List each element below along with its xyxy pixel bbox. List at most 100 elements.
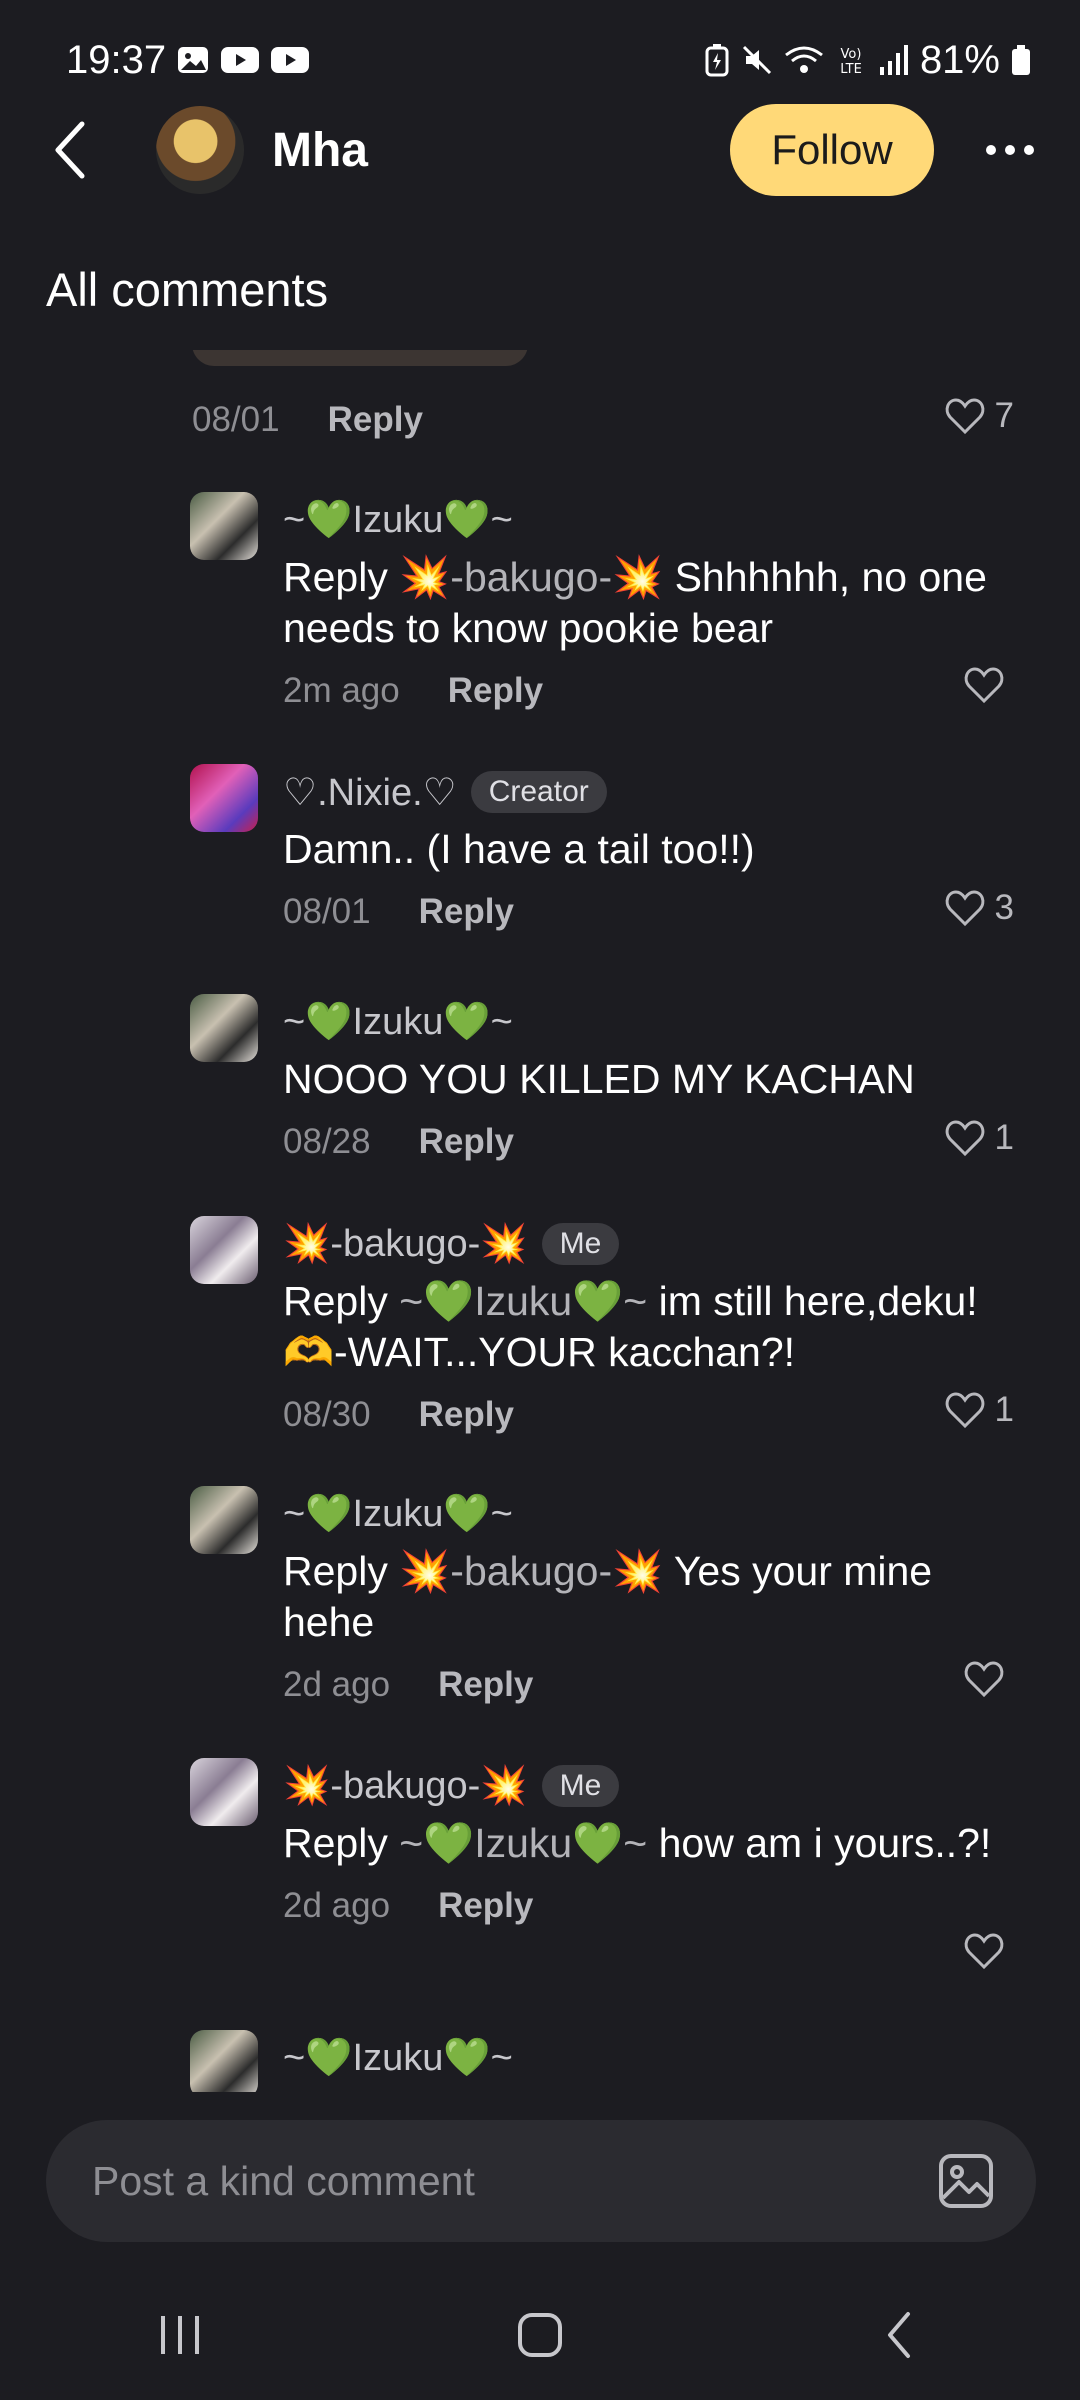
- recents-button[interactable]: [120, 2295, 240, 2375]
- status-time: 19:37: [66, 37, 167, 82]
- gallery-notification-icon: [176, 43, 210, 77]
- home-icon: [518, 2313, 562, 2357]
- me-badge: Me: [541, 1223, 620, 1265]
- comment-composer: [46, 2120, 1036, 2242]
- battery-percentage: 81%: [919, 37, 1000, 82]
- battery-saver-icon: [704, 43, 730, 77]
- home-button[interactable]: [480, 2295, 600, 2375]
- mention[interactable]: 💥-bakugo-💥: [399, 1548, 663, 1594]
- comment-time: 08/28: [283, 1122, 371, 1161]
- comment-meta: 2d ago Reply: [283, 1660, 1023, 1710]
- profile-header: Mha Follow: [0, 100, 1080, 200]
- mention[interactable]: 💥-bakugo-💥: [399, 554, 663, 600]
- mention[interactable]: ~💚Izuku💚~: [399, 1278, 647, 1324]
- like-button[interactable]: [964, 666, 1014, 704]
- like-count: 1: [994, 1390, 1014, 1429]
- like-count: 1: [994, 1118, 1014, 1157]
- system-back-button[interactable]: [840, 2295, 960, 2375]
- like-button[interactable]: 1: [945, 1390, 1014, 1430]
- like-button[interactable]: [964, 1660, 1014, 1698]
- reply-button[interactable]: Reply: [419, 1395, 514, 1435]
- image-picker-button[interactable]: [936, 2151, 996, 2211]
- previous-comment-image: [192, 350, 528, 366]
- reply-button[interactable]: Reply: [328, 400, 423, 440]
- recents-icon: [161, 2316, 199, 2354]
- like-button[interactable]: 1: [945, 1118, 1014, 1158]
- comment-text: Reply 💥-bakugo-💥 Shhhhhh, no one needs t…: [283, 552, 1023, 654]
- volte-icon: Vo) LTE: [834, 43, 868, 77]
- comment-meta: 2d ago Reply: [283, 1881, 1023, 1931]
- follow-button[interactable]: Follow: [730, 104, 934, 196]
- battery-icon: [1010, 43, 1032, 77]
- back-button[interactable]: [40, 120, 100, 180]
- system-navigation-bar: [0, 2270, 1080, 2400]
- comment-username[interactable]: 💥-bakugo-💥 Me: [283, 1216, 1023, 1272]
- back-icon: [888, 2312, 910, 2358]
- mention[interactable]: ~💚Izuku💚~: [399, 1820, 647, 1866]
- comment-username[interactable]: 💥-bakugo-💥 Me: [283, 1758, 1023, 1814]
- image-icon: [939, 2154, 993, 2208]
- comment-username[interactable]: ~💚Izuku💚~: [283, 994, 1023, 1050]
- avatar[interactable]: [190, 1216, 258, 1284]
- comment-list[interactable]: 08/01 Reply 7 ~💚Izuku💚~ Reply 💥-bakugo-💥…: [0, 350, 1080, 2092]
- comment-body: NOOO YOU KILLED MY KACHAN: [283, 1056, 915, 1102]
- chevron-left-icon: [55, 121, 85, 179]
- profile-avatar[interactable]: [156, 106, 244, 194]
- youtube-notification-icon: [270, 45, 310, 75]
- heart-icon: [945, 1392, 984, 1429]
- comment-text: Reply ~💚Izuku💚~ how am i yours..?!: [283, 1818, 1023, 1869]
- like-count: 7: [994, 396, 1014, 435]
- reply-button[interactable]: Reply: [448, 671, 543, 711]
- comment-username[interactable]: ~💚Izuku💚~: [283, 1486, 1023, 1542]
- comment-text: NOOO YOU KILLED MY KACHAN: [283, 1054, 1023, 1105]
- like-button[interactable]: [964, 1932, 1014, 1970]
- comment-meta: 08/30 Reply: [283, 1390, 1023, 1440]
- reply-button[interactable]: Reply: [438, 1665, 533, 1705]
- heart-icon: [945, 890, 984, 927]
- comment-username[interactable]: ~💚Izuku💚~: [283, 492, 1023, 548]
- avatar[interactable]: [190, 492, 258, 560]
- username-text: 💥-bakugo-💥: [283, 1765, 528, 1807]
- avatar[interactable]: [190, 1758, 258, 1826]
- comment-username[interactable]: ♡.Nixie.♡ Creator: [283, 764, 1023, 820]
- comment-input[interactable]: [90, 2156, 936, 2206]
- mute-icon: [740, 43, 774, 77]
- section-title: All comments: [46, 263, 329, 316]
- reply-prefix: Reply: [283, 1548, 388, 1594]
- comment-time: 2d ago: [283, 1665, 391, 1704]
- comment-text: Reply 💥-bakugo-💥 Yes your mine hehe: [283, 1546, 1023, 1648]
- comment-time: 2d ago: [283, 1886, 391, 1925]
- username-text: 💥-bakugo-💥: [283, 1223, 528, 1265]
- reply-prefix: Reply: [283, 1278, 388, 1324]
- comment-body: how am i yours..?!: [658, 1820, 992, 1866]
- comment-time: 2m ago: [283, 671, 400, 710]
- heart-icon: [964, 1661, 1004, 1698]
- comment-username[interactable]: ~💚Izuku💚~: [283, 2030, 1023, 2086]
- avatar[interactable]: [190, 764, 258, 832]
- heart-icon: [945, 1120, 984, 1157]
- reply-button[interactable]: Reply: [419, 892, 514, 932]
- heart-icon: [964, 1933, 1004, 1970]
- reply-button[interactable]: Reply: [438, 1886, 533, 1926]
- wifi-icon: [784, 43, 824, 77]
- comment-time: 08/30: [283, 1395, 371, 1434]
- comment-text: Reply ~💚Izuku💚~ im still here,deku! 🫶-WA…: [283, 1276, 1023, 1378]
- like-button[interactable]: 7: [945, 396, 1014, 436]
- reply-button[interactable]: Reply: [419, 1122, 514, 1162]
- reply-prefix: Reply: [283, 1820, 388, 1866]
- avatar[interactable]: [190, 1486, 258, 1554]
- like-count: 3: [994, 888, 1014, 927]
- previous-comment-meta: 08/01 Reply: [192, 400, 423, 440]
- me-badge: Me: [541, 1765, 620, 1807]
- comment-text: Damn.. (I have a tail too!!): [283, 824, 1023, 875]
- comment-time: 08/01: [192, 400, 280, 439]
- avatar[interactable]: [190, 2030, 258, 2092]
- username-text: ♡.Nixie.♡: [283, 771, 457, 814]
- comment-body: Damn.. (I have a tail too!!): [283, 826, 755, 872]
- page-title: Mha: [272, 123, 368, 177]
- like-button[interactable]: 3: [945, 888, 1014, 928]
- avatar[interactable]: [190, 994, 258, 1062]
- comment-meta: 08/01 Reply: [283, 887, 1023, 937]
- more-options-icon[interactable]: [980, 145, 1040, 155]
- heart-icon: [945, 398, 984, 435]
